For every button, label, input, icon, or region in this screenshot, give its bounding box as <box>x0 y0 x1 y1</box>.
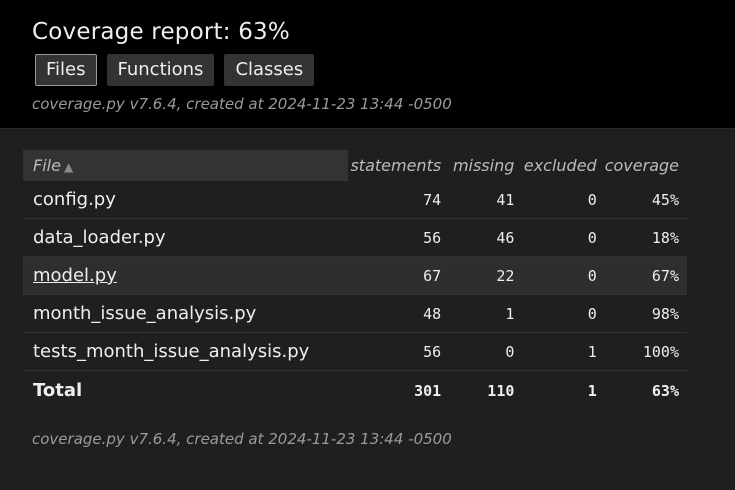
coverage-table: File ▲ statements missing excluded covera… <box>23 150 687 410</box>
missing-cell: 0 <box>449 332 523 371</box>
statements-cell: 74 <box>348 181 450 219</box>
table-row: tests_month_issue_analysis.py 56 0 1 100… <box>23 332 687 371</box>
file-link[interactable]: config.py <box>33 189 116 210</box>
total-row: Total 301 110 1 63% <box>23 371 687 411</box>
coverage-cell: 98% <box>604 294 687 333</box>
statements-cell: 56 <box>348 332 450 371</box>
page-title: Coverage report: 63% <box>32 19 290 45</box>
table-header-row: File ▲ statements missing excluded covera… <box>23 150 687 181</box>
total-coverage: 63% <box>651 381 679 400</box>
column-header-statements[interactable]: statements <box>348 150 449 181</box>
total-label: Total <box>33 380 83 401</box>
missing-cell: 41 <box>449 181 523 219</box>
coverage-cell: 67% <box>604 256 687 295</box>
triangle-up-icon: ▲ <box>63 160 74 174</box>
excluded-cell: 1 <box>522 332 605 371</box>
report-main: File ▲ statements missing excluded covera… <box>0 129 735 410</box>
missing-cell: 22 <box>449 256 523 295</box>
statements-cell: 67 <box>348 256 450 295</box>
file-cell[interactable]: model.py <box>23 256 349 295</box>
coverage-cell: 100% <box>604 332 687 371</box>
column-header-file-label: File <box>33 156 61 175</box>
missing-cell: 46 <box>449 218 523 257</box>
view-tabs: Files Functions Classes <box>35 54 735 86</box>
file-link[interactable]: model.py <box>33 265 117 286</box>
file-cell[interactable]: month_issue_analysis.py <box>23 294 349 333</box>
footer-created-info: coverage.py v7.6.4, created at 2024-11-2… <box>32 430 452 448</box>
file-cell[interactable]: config.py <box>23 181 349 219</box>
total-excluded: 1 <box>587 381 597 400</box>
table-row: model.py 67 22 0 67% <box>23 256 687 295</box>
column-header-file[interactable]: File ▲ <box>23 150 349 181</box>
total-statements: 301 <box>414 381 442 400</box>
table-row: config.py 74 41 0 45% <box>23 181 687 219</box>
column-header-coverage[interactable]: coverage <box>605 150 687 181</box>
excluded-cell: 0 <box>522 218 605 257</box>
table-row: data_loader.py 56 46 0 18% <box>23 218 687 257</box>
column-header-excluded[interactable]: excluded <box>522 150 604 181</box>
statements-cell: 56 <box>348 218 450 257</box>
file-link[interactable]: data_loader.py <box>33 227 166 248</box>
file-cell[interactable]: data_loader.py <box>23 218 349 257</box>
tab-classes[interactable]: Classes <box>224 54 315 86</box>
coverage-cell: 45% <box>604 181 687 219</box>
coverage-cell: 18% <box>604 218 687 257</box>
tab-functions[interactable]: Functions <box>106 54 215 86</box>
excluded-cell: 0 <box>522 256 605 295</box>
missing-cell: 1 <box>449 294 523 333</box>
created-info: coverage.py v7.6.4, created at 2024-11-2… <box>32 95 452 113</box>
file-link[interactable]: tests_month_issue_analysis.py <box>33 341 309 362</box>
file-cell[interactable]: tests_month_issue_analysis.py <box>23 332 349 371</box>
report-header: Coverage report: 63% Files Functions Cla… <box>0 0 735 129</box>
excluded-cell: 0 <box>522 294 605 333</box>
total-missing: 110 <box>487 381 515 400</box>
report-footer: coverage.py v7.6.4, created at 2024-11-2… <box>0 410 735 448</box>
file-link[interactable]: month_issue_analysis.py <box>33 303 256 324</box>
column-header-missing[interactable]: missing <box>449 150 522 181</box>
excluded-cell: 0 <box>522 181 605 219</box>
tab-files[interactable]: Files <box>35 54 97 86</box>
table-row: month_issue_analysis.py 48 1 0 98% <box>23 294 687 333</box>
statements-cell: 48 <box>348 294 450 333</box>
